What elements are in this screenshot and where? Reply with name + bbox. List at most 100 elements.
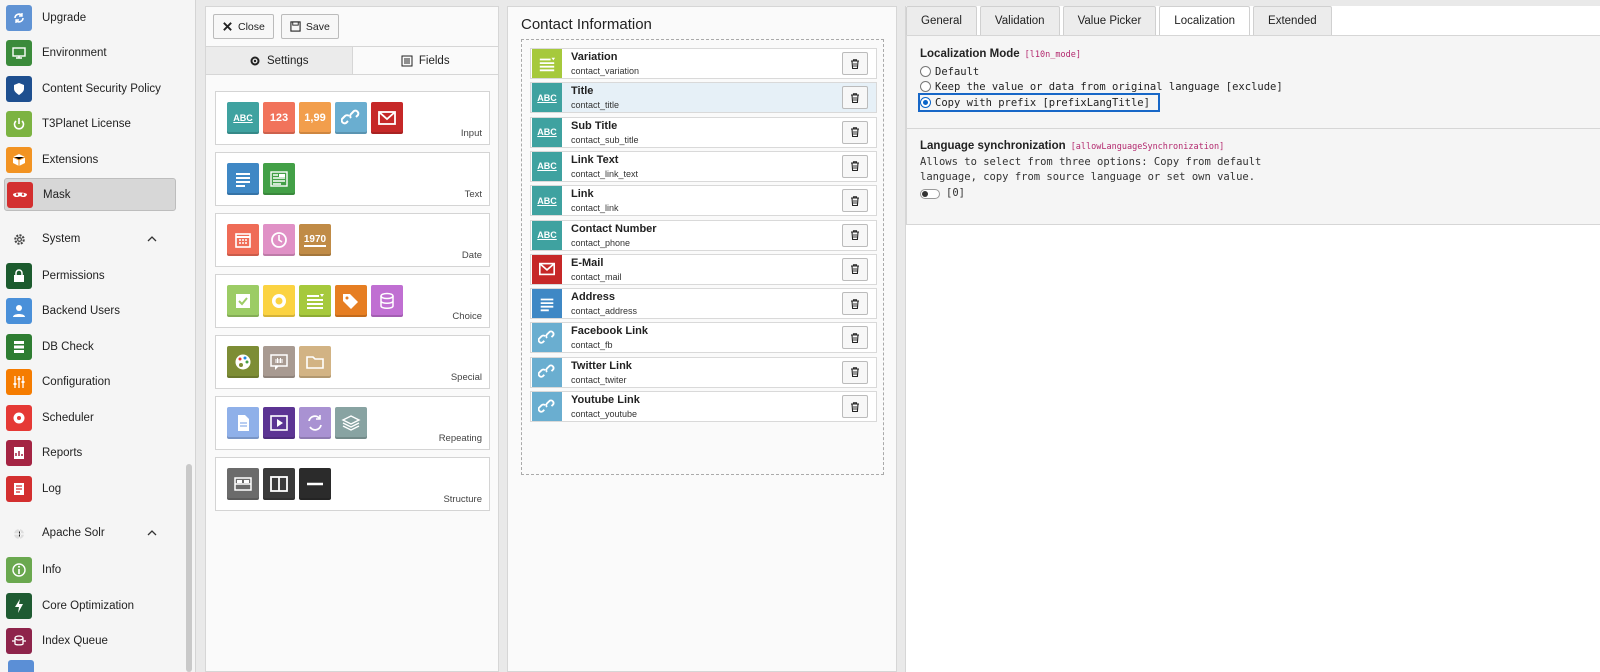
timestamp-field-icon[interactable]: 1970 <box>299 224 331 256</box>
module-info[interactable]: Info <box>4 553 176 586</box>
localization-option[interactable]: Keep the value or data from original lan… <box>920 79 1283 94</box>
field-row[interactable]: Twitter Link contact_twiter <box>530 356 877 388</box>
integer-field-icon[interactable]: 123 <box>263 102 295 134</box>
trash-icon <box>849 229 861 241</box>
delete-field-button[interactable] <box>842 120 868 144</box>
delete-field-button[interactable] <box>842 395 868 418</box>
palette-field-icon[interactable] <box>227 468 259 500</box>
checkbox-field-icon[interactable] <box>227 285 259 317</box>
localization-option[interactable]: Copy with prefix [prefixLangTitle] <box>918 93 1160 112</box>
radio-field-icon[interactable] <box>263 285 295 317</box>
delete-field-button[interactable] <box>842 257 868 281</box>
inline-field-icon[interactable] <box>299 407 331 439</box>
field-name: Twitter Link <box>571 359 632 372</box>
field-row[interactable]: Facebook Link contact_fb <box>530 322 877 354</box>
float-field-icon[interactable]: 1,99 <box>299 102 331 134</box>
field-row[interactable]: Youtube Link contact_youtube <box>530 391 877 422</box>
colorpicker-field-icon[interactable] <box>227 346 259 378</box>
field-row[interactable]: ABC Title contact_title <box>530 82 877 114</box>
tab-general[interactable]: General <box>906 6 977 35</box>
trash-icon <box>849 160 861 172</box>
field-row[interactable]: ABC Sub Title contact_sub_title <box>530 116 877 148</box>
tab-fields[interactable]: Fields <box>352 47 498 74</box>
module-extensions[interactable]: Extensions <box>4 143 176 176</box>
field-key: contact_fb <box>571 340 613 351</box>
columns-field-icon[interactable] <box>263 468 295 500</box>
module-group-system[interactable]: System <box>4 224 174 254</box>
language-sync-toggle[interactable] <box>920 188 940 199</box>
time-field-icon[interactable] <box>263 224 295 256</box>
select-field-icon[interactable] <box>299 285 331 317</box>
content-field-icon[interactable] <box>335 407 367 439</box>
localization-title: Localization Mode [l10n_mode] <box>920 48 1283 60</box>
media-field-icon[interactable] <box>263 407 295 439</box>
module-backend-users[interactable]: Backend Users <box>4 294 176 327</box>
localization-option[interactable]: Default <box>920 64 1283 79</box>
save-button[interactable]: Save <box>280 14 339 39</box>
field-type-text: ABC <box>537 195 557 206</box>
field-name: Facebook Link <box>571 325 649 338</box>
field-dropzone[interactable]: Variation contact_variation ABC Title contac… <box>521 39 884 475</box>
module-group-apache-solr[interactable]: Apache Solr <box>4 518 174 548</box>
delete-field-button[interactable] <box>842 189 868 213</box>
field-key: contact_twiter <box>571 374 627 385</box>
module-log[interactable]: Log <box>4 472 176 505</box>
module-mask[interactable]: Mask <box>4 178 176 211</box>
field-row[interactable]: ABC Link contact_link <box>530 185 877 217</box>
delete-field-button[interactable] <box>842 86 868 110</box>
module-environment[interactable]: Environment <box>4 36 176 69</box>
delete-field-button[interactable] <box>842 223 868 247</box>
field-row[interactable]: E-Mail contact_mail <box>530 253 877 285</box>
group-field-icon[interactable] <box>371 285 403 317</box>
tab-value-picker[interactable]: Value Picker <box>1062 6 1157 35</box>
field-row[interactable]: ABC Link Text contact_link_text <box>530 150 877 182</box>
box-icon <box>6 146 32 173</box>
tab-settings[interactable]: Settings <box>206 47 353 74</box>
field-row[interactable]: Variation contact_variation <box>530 48 877 79</box>
close-button[interactable]: Close <box>213 14 274 39</box>
delete-field-button[interactable] <box>842 52 868 75</box>
delete-field-button[interactable] <box>842 154 868 178</box>
field-group-icons <box>227 468 331 500</box>
module-t3planet-license[interactable]: T3Planet License <box>4 107 176 140</box>
radio-button[interactable] <box>920 66 931 77</box>
tab-extended[interactable]: Extended <box>1253 6 1332 35</box>
string-field-icon: ABC <box>532 83 562 113</box>
tab-validation[interactable]: Validation <box>979 6 1060 35</box>
delete-field-button[interactable] <box>842 292 868 316</box>
textarea-field-icon[interactable] <box>227 163 259 195</box>
localization-section: Localization Mode [l10n_mode] Default Keep… <box>918 48 1283 112</box>
radio-button[interactable] <box>920 97 931 108</box>
module-configuration[interactable]: Configuration <box>4 365 176 398</box>
folder-field-icon[interactable] <box>299 346 331 378</box>
category-field-icon[interactable] <box>335 285 367 317</box>
module-scheduler[interactable]: Scheduler <box>4 401 176 434</box>
field-group-icons: ABC 123 1,99 <box>227 102 403 134</box>
module-core-optimization[interactable]: Core Optimization <box>4 589 176 622</box>
module-permissions[interactable]: Permissions <box>4 259 176 292</box>
element-title: Contact Information <box>521 16 652 33</box>
radio-button[interactable] <box>920 81 931 92</box>
solr-icon <box>6 520 32 546</box>
tab-localization[interactable]: Localization <box>1159 6 1251 35</box>
email-field-icon[interactable] <box>371 102 403 134</box>
file-field-icon[interactable] <box>227 407 259 439</box>
date-field-icon[interactable] <box>227 224 259 256</box>
delete-field-button[interactable] <box>842 360 868 384</box>
tab-field-icon[interactable] <box>263 346 295 378</box>
richtext-field-icon[interactable] <box>263 163 295 195</box>
module-reports[interactable]: Reports <box>4 436 176 469</box>
field-row[interactable]: ABC Contact Number contact_phone <box>530 219 877 251</box>
delete-field-button[interactable] <box>842 326 868 350</box>
module-upgrade[interactable]: Upgrade <box>4 1 176 34</box>
string-field-icon[interactable]: ABC <box>227 102 259 134</box>
module-index-queue[interactable]: Index Queue <box>4 624 176 657</box>
divider <box>907 128 1600 129</box>
module-content-security-policy[interactable]: Content Security Policy <box>4 72 176 105</box>
field-type-text: ABC <box>537 92 557 103</box>
field-row[interactable]: Address contact_address <box>530 288 877 320</box>
linebreak-field-icon[interactable] <box>299 468 331 500</box>
module-db-check[interactable]: DB Check <box>4 330 176 363</box>
module-menu-scrollbar[interactable] <box>186 464 192 672</box>
link-field-icon[interactable] <box>335 102 367 134</box>
